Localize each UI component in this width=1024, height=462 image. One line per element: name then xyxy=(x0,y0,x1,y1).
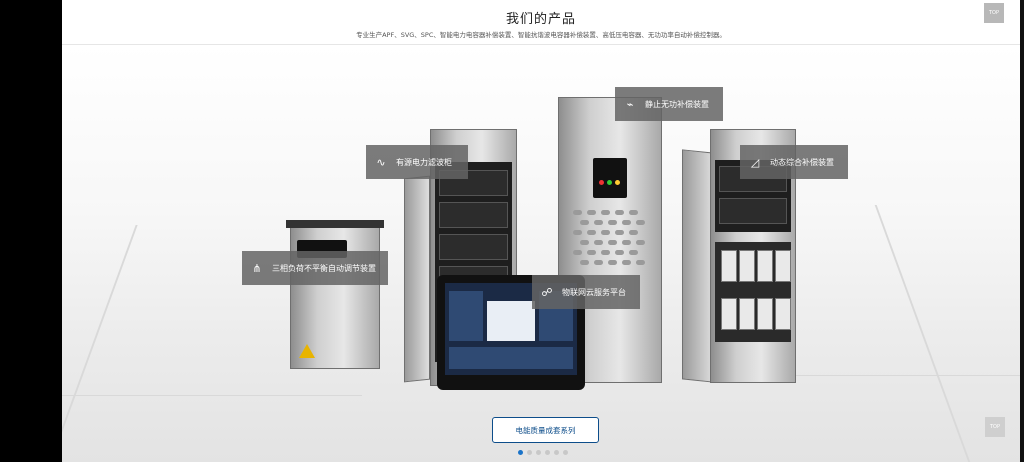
product-label-text: 静止无功补偿装置 xyxy=(645,99,709,109)
section-subtitle: 专业生产APF、SVG、SPC、智能电力电容器补偿装置、智能抗谐波电容器补偿装置… xyxy=(356,31,726,39)
section-header: 我们的产品 专业生产APF、SVG、SPC、智能电力电容器补偿装置、智能抗谐波电… xyxy=(62,0,1020,45)
product-label-svg[interactable]: ⌁ 静止无功补偿装置 xyxy=(615,87,723,121)
indicator-light xyxy=(599,180,604,185)
product-label-active-filter[interactable]: ∿ 有源电力滤波柜 xyxy=(366,145,468,179)
product-label-text: 三相负荷不平衡自动调节装置 xyxy=(272,263,376,273)
back-to-top-button[interactable]: TOP xyxy=(985,417,1005,437)
dashboard-panel xyxy=(449,347,573,369)
carousel-dot[interactable] xyxy=(554,450,559,455)
module-slot xyxy=(439,202,508,228)
background-line xyxy=(762,375,1020,376)
network-icon: ☍ xyxy=(541,285,553,299)
product-showcase: ∿ 有源电力滤波柜 ⌁ 静止无功补偿装置 ◿ 动态综合补偿装置 ⋔ 三相负荷不平… xyxy=(62,45,1020,462)
product-label-dynamic[interactable]: ◿ 动态综合补偿装置 xyxy=(740,145,848,179)
wave-icon: ∿ xyxy=(376,155,386,169)
product-label-text: 物联网云服务平台 xyxy=(562,287,626,297)
back-to-top-button[interactable]: TOP xyxy=(984,3,1004,23)
warning-sign-icon xyxy=(299,344,315,358)
background-line xyxy=(874,205,972,462)
dashboard-map xyxy=(487,301,535,341)
right-edge-bar xyxy=(1020,0,1024,462)
indicator-light xyxy=(615,180,620,185)
carousel-dot[interactable] xyxy=(518,450,523,455)
carousel-dot[interactable] xyxy=(527,450,532,455)
background-line xyxy=(62,395,362,396)
product-label-text: 动态综合补偿装置 xyxy=(770,157,834,167)
carousel-dot[interactable] xyxy=(536,450,541,455)
indicator-light xyxy=(607,180,612,185)
product-label-iot-cloud[interactable]: ☍ 物联网云服务平台 xyxy=(532,275,640,309)
background-line xyxy=(62,225,138,462)
cabinet-door-left xyxy=(404,175,430,383)
dashboard-panel xyxy=(449,291,483,341)
small-box-roof xyxy=(286,220,384,228)
product-label-text: 有源电力滤波柜 xyxy=(396,157,452,167)
signal-icon: ⌁ xyxy=(626,97,634,111)
module-slot xyxy=(439,234,508,260)
small-box-cabinet xyxy=(290,225,380,369)
product-label-unbalance[interactable]: ⋔ 三相负荷不平衡自动调节装置 xyxy=(242,251,388,285)
phase-icon: ⋔ xyxy=(252,261,262,275)
control-panel xyxy=(593,158,627,198)
module-slot xyxy=(719,198,787,224)
left-black-bar xyxy=(0,0,62,462)
power-quality-series-button[interactable]: 电能质量成套系列 xyxy=(492,417,599,443)
triangle-icon: ◿ xyxy=(750,155,760,169)
carousel-dot[interactable] xyxy=(563,450,568,455)
carousel-dots xyxy=(518,450,568,455)
capacitor-bank xyxy=(715,242,791,342)
carousel-dot[interactable] xyxy=(545,450,550,455)
section-title: 我们的产品 xyxy=(505,12,576,27)
